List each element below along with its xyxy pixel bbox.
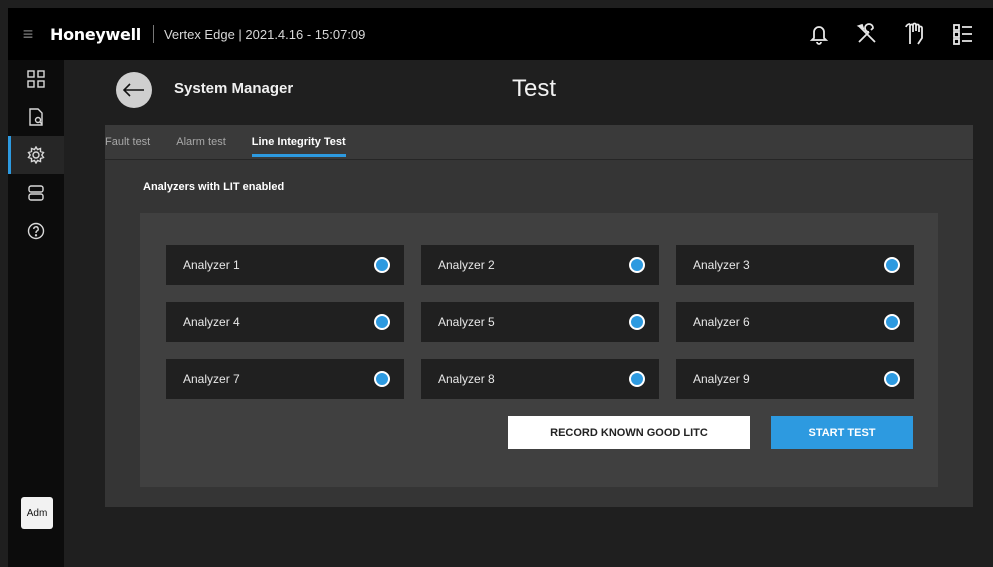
analyzer-label: Analyzer 4 [183, 315, 240, 329]
help-icon[interactable] [8, 212, 64, 250]
status-dot-icon [629, 314, 645, 330]
start-test-button[interactable]: START TEST [771, 416, 913, 449]
status-dot-icon [629, 371, 645, 387]
menu-icon[interactable]: ≡ [8, 24, 48, 45]
page-title: Test [512, 75, 557, 102]
analyzer-container: Analyzer 1 Analyzer 2 Analyzer 3 Analyze… [140, 213, 938, 487]
analyzer-card[interactable]: Analyzer 9 [676, 359, 914, 399]
analyzer-card[interactable]: Analyzer 8 [421, 359, 659, 399]
analyzer-card[interactable]: Analyzer 7 [166, 359, 404, 399]
analyzer-label: Analyzer 8 [438, 372, 495, 386]
record-known-good-litc-button[interactable]: RECORD KNOWN GOOD LITC [508, 416, 750, 449]
dashboard-icon[interactable] [8, 60, 64, 98]
test-panel: Fault test Alarm test Line Integrity Tes… [105, 125, 973, 507]
analyzer-card[interactable]: Analyzer 2 [421, 245, 659, 285]
document-icon[interactable] [8, 98, 64, 136]
bell-icon[interactable] [795, 14, 843, 54]
lit-heading: Analyzers with LIT enabled [143, 181, 285, 193]
top-bar: ≡ Honeywell Vertex Edge | 2021.4.16 - 15… [8, 8, 993, 60]
analyzer-label: Analyzer 5 [438, 315, 495, 329]
status-dot-icon [884, 314, 900, 330]
side-nav: Adm [8, 60, 64, 567]
status-dot-icon [884, 257, 900, 273]
section-title: System Manager [174, 80, 294, 97]
analyzer-label: Analyzer 9 [693, 372, 750, 386]
tab-line-integrity-test[interactable]: Line Integrity Test [239, 125, 359, 159]
analyzer-card[interactable]: Analyzer 1 [166, 245, 404, 285]
system-info: Vertex Edge | 2021.4.16 - 15:07:09 [163, 26, 366, 42]
list-icon[interactable] [939, 14, 987, 54]
back-button[interactable] [116, 72, 152, 108]
tab-alarm-test[interactable]: Alarm test [163, 125, 239, 159]
status-dot-icon [629, 257, 645, 273]
analyzer-label: Analyzer 3 [693, 258, 750, 272]
hand-icon[interactable] [891, 14, 939, 54]
analyzer-card[interactable]: Analyzer 5 [421, 302, 659, 342]
analyzer-label: Analyzer 1 [183, 258, 240, 272]
avatar[interactable]: Adm [21, 497, 53, 529]
analyzer-label: Analyzer 2 [438, 258, 495, 272]
brand-logo: Honeywell [50, 24, 141, 44]
tab-fault-test[interactable]: Fault test [105, 125, 163, 159]
analyzer-label: Analyzer 7 [183, 372, 240, 386]
analyzer-card[interactable]: Analyzer 3 [676, 245, 914, 285]
tools-icon[interactable] [843, 14, 891, 54]
tab-bar: Fault test Alarm test Line Integrity Tes… [105, 125, 973, 160]
status-dot-icon [374, 257, 390, 273]
devices-icon[interactable] [8, 174, 64, 212]
settings-icon[interactable] [8, 136, 64, 174]
status-dot-icon [884, 371, 900, 387]
analyzer-card[interactable]: Analyzer 6 [676, 302, 914, 342]
analyzer-card[interactable]: Analyzer 4 [166, 302, 404, 342]
analyzer-grid: Analyzer 1 Analyzer 2 Analyzer 3 Analyze… [166, 245, 914, 399]
analyzer-label: Analyzer 6 [693, 315, 750, 329]
status-dot-icon [374, 314, 390, 330]
status-dot-icon [374, 371, 390, 387]
divider [152, 25, 154, 43]
